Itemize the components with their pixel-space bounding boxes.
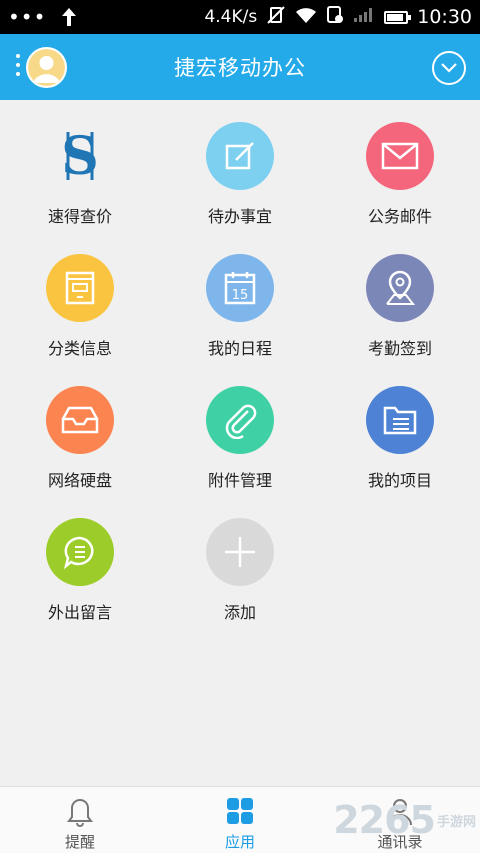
signal-icon [353, 7, 375, 28]
app-attendance[interactable]: 考勤签到 [320, 232, 480, 364]
watermark-number: 2265 [333, 798, 436, 842]
project-folder-icon [366, 386, 434, 454]
app-label: 速得查价 [47, 207, 112, 226]
app-label: 分类信息 [47, 339, 112, 358]
tab-label: 提醒 [64, 833, 95, 851]
avatar[interactable] [26, 47, 67, 88]
edit-icon [206, 122, 274, 190]
app-label: 我的项目 [367, 471, 432, 490]
app-label: 考勤签到 [367, 339, 432, 358]
watermark-text: 手游网 [436, 814, 476, 830]
app-attachments[interactable]: 附件管理 [160, 364, 320, 496]
app-label: 公务邮件 [367, 207, 432, 226]
app-my-projects[interactable]: 我的项目 [320, 364, 480, 496]
notification-dots-icon: ••• [8, 5, 47, 29]
app-add[interactable]: 添加 [160, 496, 320, 628]
tab-apps[interactable]: 应用 [160, 787, 320, 853]
plus-icon [206, 518, 274, 586]
status-bar: ••• 4.4K/s 10:30 [0, 0, 480, 34]
clock: 10:30 [417, 6, 472, 28]
grid-apps-icon [226, 797, 254, 829]
app-mail[interactable]: 公务邮件 [320, 100, 480, 232]
chevron-down-icon[interactable] [432, 51, 466, 85]
app-label: 我的日程 [207, 339, 272, 358]
app-schedule[interactable]: 15 我的日程 [160, 232, 320, 364]
app-price-lookup[interactable]: S 速得查价 [0, 100, 160, 232]
app-header: 捷宏移动办公 [0, 34, 480, 100]
app-category-info[interactable]: 分类信息 [0, 232, 160, 364]
inbox-tray-icon [46, 386, 114, 454]
app-cloud-drive[interactable]: 网络硬盘 [0, 364, 160, 496]
app-label: 添加 [223, 603, 256, 622]
page-title: 捷宏移动办公 [174, 56, 306, 80]
location-pin-icon [366, 254, 434, 322]
mail-icon [366, 122, 434, 190]
calendar-day: 15 [232, 288, 249, 303]
wifi-icon [295, 6, 317, 29]
tab-reminders[interactable]: 提醒 [0, 787, 160, 853]
app-label: 附件管理 [207, 471, 272, 490]
bell-icon [66, 797, 94, 831]
battery-icon [384, 10, 412, 24]
chat-bubble-icon [46, 518, 114, 586]
paperclip-icon [206, 386, 274, 454]
app-label: 待办事宜 [207, 207, 272, 226]
app-label: 网络硬盘 [47, 471, 112, 490]
tab-label: 应用 [224, 833, 255, 851]
upload-arrow-icon [60, 7, 78, 27]
sim-icon [326, 5, 344, 30]
app-label: 外出留言 [47, 603, 112, 622]
dollar-logo-icon: S [46, 122, 114, 190]
vibrate-off-icon [266, 5, 286, 30]
app-todo[interactable]: 待办事宜 [160, 100, 320, 232]
book-icon [46, 254, 114, 322]
app-out-message[interactable]: 外出留言 [0, 496, 160, 628]
network-speed: 4.4K/s [204, 7, 258, 27]
watermark-logo: 2265 手游网 [333, 798, 476, 842]
calendar-icon: 15 [206, 254, 274, 322]
more-menu-icon[interactable] [16, 54, 20, 80]
